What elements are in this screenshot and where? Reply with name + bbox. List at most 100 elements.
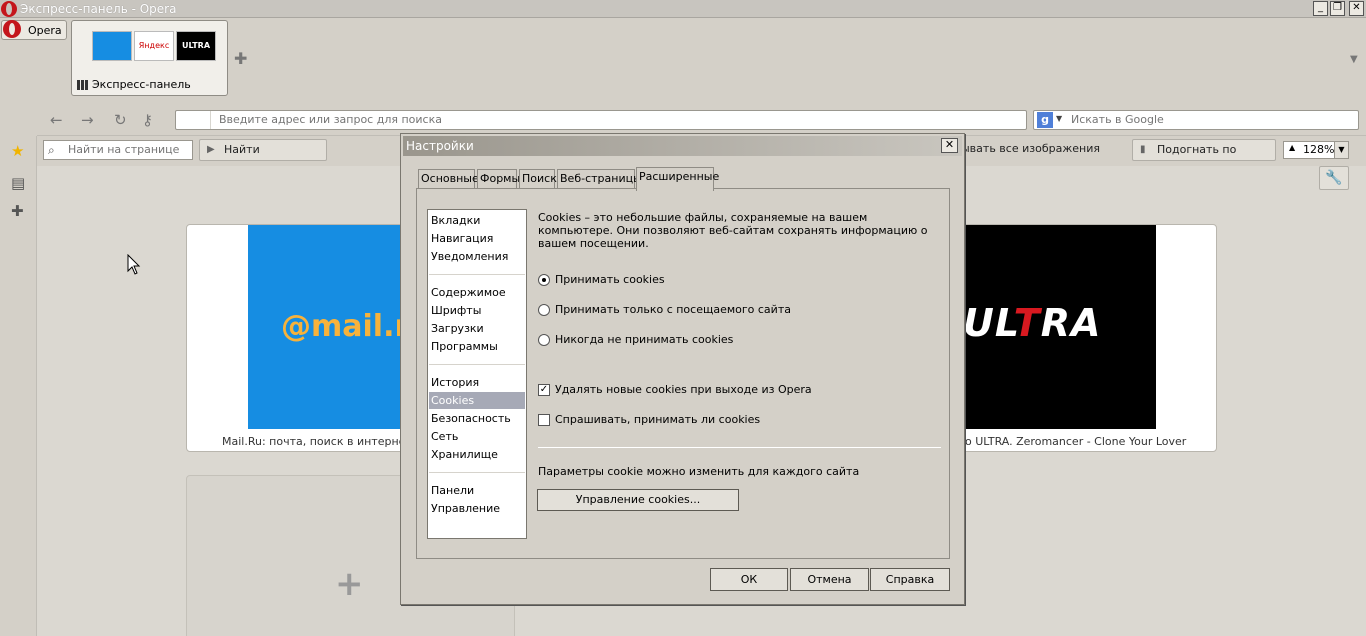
search-field[interactable]: g ▼ xyxy=(1033,110,1359,130)
ultra-preview: ULTRA xyxy=(953,225,1156,429)
dialog-title: Настройки xyxy=(406,139,474,153)
close-window-button[interactable]: ✕ xyxy=(1349,1,1364,16)
cookies-description: Cookies – это небольшие файлы, сохраняем… xyxy=(538,211,928,250)
dialog-close-button[interactable]: ✕ xyxy=(941,138,958,153)
mail-caption: Mail.Ru: почта, поиск в интернете, xyxy=(222,435,416,448)
fit-width-button[interactable]: ▮ Подогнать по ширине xyxy=(1132,139,1276,176)
add-dial-plus-icon: + xyxy=(335,564,364,604)
radio-never-indicator[interactable] xyxy=(538,334,550,346)
ultra-caption: o ULTRA. Zeromancer - Clone Your Lover xyxy=(965,435,1187,448)
new-tab-plus-icon[interactable]: ✚ xyxy=(234,49,247,68)
find-next-icon: ▶ xyxy=(207,144,215,155)
list-separator xyxy=(429,274,525,275)
speed-dial-ultra[interactable]: ULTRA o ULTRA. Zeromancer - Clone Your L… xyxy=(952,224,1217,452)
forward-arrow-icon[interactable]: → xyxy=(81,111,94,129)
site-badge[interactable] xyxy=(176,111,211,129)
window-title: Экспресс-панель - Opera xyxy=(20,2,177,16)
zoom-select[interactable]: ▲ 128% ▼ xyxy=(1283,141,1349,159)
list-item-cookies[interactable]: Cookies xyxy=(429,392,525,409)
check-ask-indicator[interactable] xyxy=(538,414,550,426)
radio-only-visited-indicator[interactable] xyxy=(538,304,550,316)
cancel-button[interactable]: Отмена xyxy=(790,568,869,591)
radio-accept-label: Принимать cookies xyxy=(555,273,665,286)
notes-icon[interactable]: ▤ xyxy=(11,174,25,192)
list-item-network[interactable]: Сеть xyxy=(429,428,525,445)
grid-icon xyxy=(77,80,89,90)
key-icon[interactable]: ⚷ xyxy=(142,111,153,129)
category-list[interactable]: Вкладки Навигация Уведомления Содержимое… xyxy=(427,209,527,539)
radio-never-label: Никогда не принимать cookies xyxy=(555,333,734,346)
tab-speed-dial[interactable]: Яндекс ULTRA Экспресс-панель xyxy=(71,20,228,96)
side-panel: ★ ▤ ✚ xyxy=(0,136,37,636)
divider xyxy=(538,447,941,448)
radio-accept-indicator[interactable] xyxy=(538,274,550,286)
list-item-management[interactable]: Управление xyxy=(429,500,525,517)
fit-width-icon: ▮ xyxy=(1140,144,1146,155)
find-next-button[interactable]: ▶ Найти следующее xyxy=(199,139,327,176)
mail-brand: @mail.r xyxy=(281,309,410,344)
address-input[interactable] xyxy=(219,113,1019,126)
list-item-content[interactable]: Содержимое xyxy=(429,284,525,301)
list-item-downloads[interactable]: Загрузки xyxy=(429,320,525,337)
zoom-up-icon[interactable]: ▲ xyxy=(1289,143,1295,152)
zoom-value: 128% xyxy=(1303,143,1335,156)
list-item-tabs[interactable]: Вкладки xyxy=(429,212,525,229)
list-item-storage[interactable]: Хранилище xyxy=(429,446,525,463)
list-item-history[interactable]: История xyxy=(429,374,525,391)
help-button[interactable]: Справка xyxy=(870,568,950,591)
opera-o-icon xyxy=(3,20,21,38)
minimize-button[interactable]: _ xyxy=(1313,1,1328,16)
list-separator xyxy=(429,472,525,473)
list-item-panels[interactable]: Панели xyxy=(429,482,525,499)
tab-forms[interactable]: Формы xyxy=(477,169,520,189)
address-field[interactable] xyxy=(175,110,1027,130)
restore-button[interactable]: ❐ xyxy=(1330,1,1345,16)
thumb-mail xyxy=(92,31,132,61)
opera-menu-button[interactable]: Opera xyxy=(1,20,67,40)
search-input[interactable] xyxy=(1071,113,1351,126)
show-images-label: ывать все изображения xyxy=(961,142,1100,155)
reload-icon[interactable]: ↻ xyxy=(114,111,127,129)
opera-menu-label: Opera xyxy=(28,24,62,37)
back-arrow-icon[interactable]: ← xyxy=(50,111,63,129)
mouse-cursor-icon xyxy=(127,254,141,275)
tab-general[interactable]: Основные xyxy=(418,169,479,189)
show-images-button[interactable]: ывать все изображения xyxy=(957,139,1137,161)
google-icon[interactable]: g xyxy=(1037,112,1053,128)
list-item-programs[interactable]: Программы xyxy=(429,338,525,355)
list-item-security[interactable]: Безопасность xyxy=(429,410,525,427)
tab-list-chevron-icon[interactable]: ▼ xyxy=(1350,54,1358,65)
add-panel-plus-icon[interactable]: ✚ xyxy=(11,202,24,220)
bookmarks-star-icon[interactable]: ★ xyxy=(11,142,24,160)
zoom-dropdown-icon[interactable]: ▼ xyxy=(1334,142,1348,158)
list-separator xyxy=(429,364,525,365)
list-item-navigation[interactable]: Навигация xyxy=(429,230,525,247)
speed-dial-mail[interactable]: @mail.r Mail.Ru: почта, поиск в интернет… xyxy=(186,224,416,452)
title-bar: Экспресс-панель - Opera _ ❐ ✕ xyxy=(0,0,1366,18)
tab-advanced[interactable]: Расширенные xyxy=(636,167,719,191)
tab-strip: Opera Яндекс ULTRA Экспресс-панель ✚ ▼ xyxy=(0,18,1366,103)
settings-dialog: Настройки ✕ Основные Формы Поиск Веб-стр… xyxy=(400,133,965,605)
tab-search[interactable]: Поиск xyxy=(519,169,557,189)
wrench-icon[interactable]: 🔧 xyxy=(1319,166,1349,190)
check-delete-label: Удалять новые cookies при выходе из Oper… xyxy=(555,383,812,396)
find-field[interactable]: ⌕ xyxy=(43,140,193,160)
dialog-panel: Вкладки Навигация Уведомления Содержимое… xyxy=(416,188,950,559)
manage-cookies-button[interactable]: Управление cookies... xyxy=(537,489,739,511)
search-icon: ⌕ xyxy=(48,143,55,157)
dialog-title-bar: Настройки ✕ xyxy=(403,136,962,156)
ultra-brand: ULTRA xyxy=(963,301,1102,345)
list-item-notifications[interactable]: Уведомления xyxy=(429,248,525,265)
tab-label: Экспресс-панель xyxy=(92,78,191,91)
ok-button[interactable]: ОК xyxy=(710,568,788,591)
mail-preview: @mail.r xyxy=(248,225,415,429)
radio-only-visited-label: Принимать только с посещаемого сайта xyxy=(555,303,791,316)
opera-logo-icon xyxy=(1,1,17,17)
address-toolbar: ← → ↻ ⚷ g ▼ xyxy=(37,104,1366,136)
tab-webpages[interactable]: Веб-страницы xyxy=(557,169,642,189)
search-engine-dropdown-icon[interactable]: ▼ xyxy=(1056,114,1062,123)
list-item-fonts[interactable]: Шрифты xyxy=(429,302,525,319)
site-note: Параметры cookie можно изменить для кажд… xyxy=(538,465,860,478)
find-input[interactable] xyxy=(68,143,188,156)
check-delete-indicator[interactable]: ✓ xyxy=(538,384,550,396)
